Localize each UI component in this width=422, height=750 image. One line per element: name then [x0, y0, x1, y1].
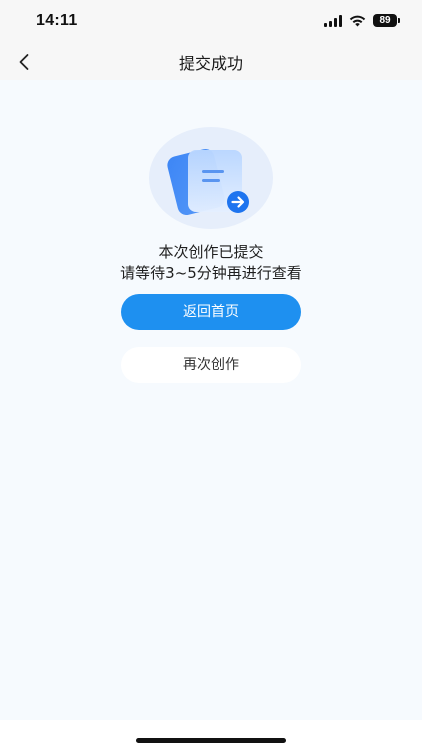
status-bar: 14:11 89: [0, 0, 422, 44]
submit-message-hint: 请等待3~5分钟再进行查看: [120, 264, 302, 282]
wifi-icon: [349, 15, 366, 26]
home-indicator[interactable]: [136, 738, 286, 743]
status-time: 14:11: [36, 12, 78, 29]
nav-bar: 提交成功: [0, 44, 422, 80]
page-title: 提交成功: [178, 54, 243, 73]
battery-tip: [398, 18, 400, 23]
signal-icon: [324, 14, 342, 27]
status-icons: 89: [324, 14, 400, 27]
battery-icon: 89: [373, 14, 400, 27]
bottom-safe-area: [0, 720, 422, 750]
back-home-button[interactable]: 返回首页: [121, 294, 301, 330]
document-submitted-icon: [149, 127, 273, 229]
create-again-button[interactable]: 再次创作: [121, 347, 301, 383]
submit-message-title: 本次创作已提交: [158, 243, 264, 261]
battery-level: 89: [373, 14, 397, 27]
main-content: 本次创作已提交 请等待3~5分钟再进行查看 返回首页 再次创作: [0, 80, 422, 720]
